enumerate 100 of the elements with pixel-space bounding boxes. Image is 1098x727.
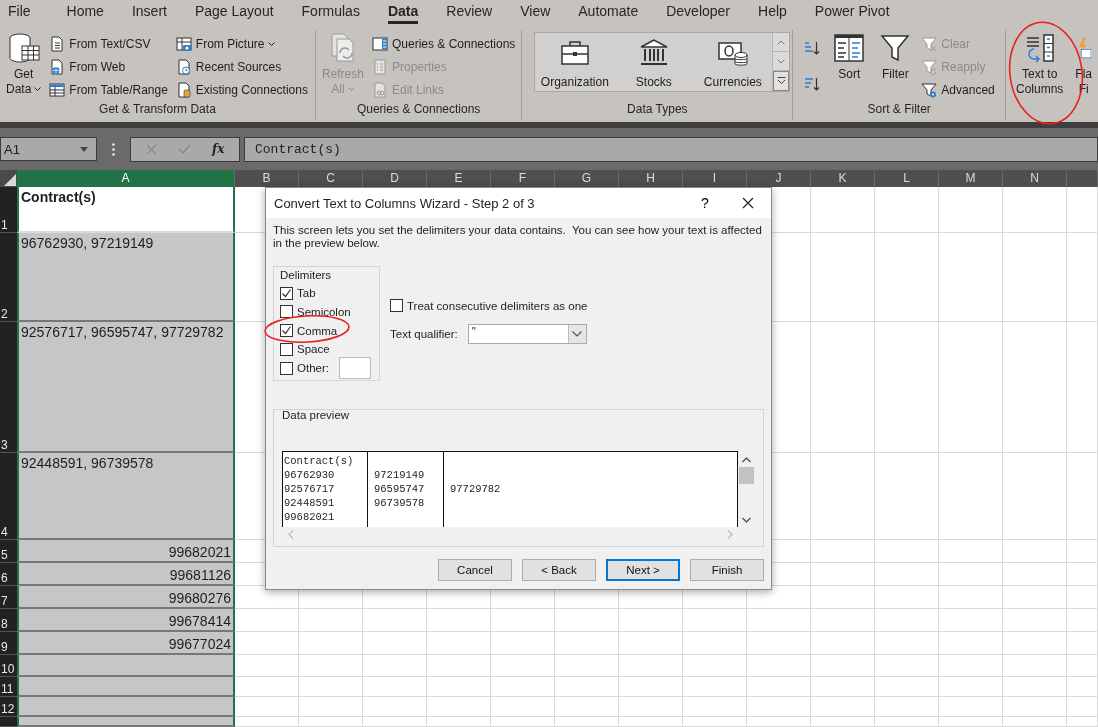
ribbon-tab[interactable]: Automate xyxy=(564,0,653,24)
row-header[interactable]: 11 xyxy=(0,677,17,697)
checkbox-label[interactable]: Tab xyxy=(297,287,316,300)
column-header[interactable]: J xyxy=(747,170,811,187)
ribbon-button[interactable]: Get Data xyxy=(2,30,46,97)
text-qualifier-dropdown[interactable]: " xyxy=(467,323,587,344)
ribbon-tab[interactable]: Formulas xyxy=(287,0,374,24)
spreadsheet-cell[interactable]: 99681126 xyxy=(17,563,235,586)
checkbox-label[interactable]: Space xyxy=(297,343,330,356)
row-header[interactable] xyxy=(0,717,17,727)
spreadsheet-cell[interactable] xyxy=(17,717,235,727)
ribbon-tab[interactable]: View xyxy=(506,0,565,24)
checkbox[interactable] xyxy=(390,299,403,313)
cancel-icon[interactable] xyxy=(145,143,157,155)
ribbon-button[interactable]: Advanced xyxy=(921,78,999,101)
column-header[interactable]: N xyxy=(1003,170,1067,187)
spreadsheet-cell[interactable]: 92576717, 96595747, 97729782 xyxy=(17,322,235,453)
more-button[interactable] xyxy=(773,71,790,91)
grip-icon[interactable] xyxy=(112,142,115,156)
ribbon-tab[interactable]: Developer xyxy=(652,0,745,24)
row-header[interactable]: 5 xyxy=(0,540,17,563)
select-all-icon[interactable] xyxy=(0,170,17,187)
column-header[interactable]: B xyxy=(235,170,299,187)
column-header[interactable]: M xyxy=(939,170,1003,187)
column-header[interactable]: A xyxy=(17,170,235,187)
ribbon-button[interactable]: From Text/CSV xyxy=(49,32,172,55)
spreadsheet-cell[interactable]: 96762930, 97219149 xyxy=(17,233,235,322)
other-delimiter-field[interactable] xyxy=(338,357,371,380)
name-box[interactable]: A1 xyxy=(0,137,97,161)
checkbox[interactable] xyxy=(280,361,293,375)
ribbon-button[interactable]: Queries & Connections xyxy=(371,32,520,55)
checkbox[interactable] xyxy=(280,305,293,319)
ribbon-button[interactable]: Filter xyxy=(875,30,916,82)
ribbon-button[interactable]: Sort xyxy=(829,30,870,82)
ribbon-button[interactable]: From Web xyxy=(49,55,172,78)
ribbon-tab[interactable]: Data xyxy=(373,0,433,24)
column-header[interactable]: E xyxy=(427,170,491,187)
row-header[interactable]: 6 xyxy=(0,563,17,586)
insert-function-button[interactable]: fx xyxy=(212,142,225,156)
row-header[interactable]: 12 xyxy=(0,697,17,717)
spreadsheet-cell[interactable]: 99678414 xyxy=(17,609,235,632)
ribbon-button[interactable]: From Picture xyxy=(175,32,312,55)
ribbon-tab[interactable]: Power Pivot xyxy=(800,0,904,24)
dialog-button[interactable]: < Back xyxy=(522,559,596,581)
dialog-button[interactable]: Next > xyxy=(606,559,680,581)
checkbox[interactable] xyxy=(280,342,293,356)
ribbon-tab[interactable]: Help xyxy=(744,0,801,24)
row-header[interactable]: 8 xyxy=(0,609,17,632)
checkbox-label[interactable]: Semicolon xyxy=(297,305,351,318)
column-header[interactable]: F xyxy=(491,170,555,187)
column-header[interactable]: I xyxy=(683,170,747,187)
column-header[interactable]: D xyxy=(363,170,427,187)
dialog-button[interactable]: Cancel xyxy=(438,559,512,581)
column-header[interactable]: K xyxy=(811,170,875,187)
scrollbar-thumb[interactable] xyxy=(739,467,754,484)
column-header[interactable]: L xyxy=(875,170,939,187)
row-header[interactable]: 3 xyxy=(0,322,17,453)
help-button[interactable]: ? xyxy=(685,194,725,212)
ribbon-tab[interactable]: Insert xyxy=(117,0,181,24)
panel-icon xyxy=(371,35,388,52)
spreadsheet-cell[interactable] xyxy=(17,697,235,717)
spreadsheet-cell[interactable]: 99680276 xyxy=(17,586,235,609)
column-header[interactable] xyxy=(1067,170,1098,187)
row-header[interactable]: 4 xyxy=(0,453,17,540)
column-header[interactable]: C xyxy=(299,170,363,187)
row-header[interactable]: 1 xyxy=(0,187,17,233)
spreadsheet-cell[interactable]: 99677024 xyxy=(17,632,235,655)
checkbox-label[interactable]: Treat consecutive delimiters as one xyxy=(407,299,588,312)
column-header[interactable]: H xyxy=(619,170,683,187)
row-header[interactable]: 2 xyxy=(0,233,17,322)
row-header[interactable]: 7 xyxy=(0,586,17,609)
ribbon-tab[interactable]: Home xyxy=(52,0,118,24)
spreadsheet-cell[interactable]: Contract(s) xyxy=(17,187,235,233)
dialog-button[interactable]: Finish xyxy=(690,559,764,581)
data-type-button[interactable]: Organization xyxy=(535,33,615,91)
ribbon-button[interactable]: From Table/Range xyxy=(49,78,172,101)
preview-text: 92448591 xyxy=(284,497,335,509)
checkmark-icon[interactable] xyxy=(177,144,191,154)
formula-field[interactable]: Contract(s) xyxy=(244,136,1098,162)
checkbox-label[interactable]: Other: xyxy=(297,362,329,375)
data-type-button[interactable]: Stocks xyxy=(614,33,694,91)
spreadsheet-cell[interactable]: 99682021 xyxy=(17,540,235,563)
row-header[interactable]: 10 xyxy=(0,655,17,677)
ribbon-tab[interactable]: File xyxy=(0,0,53,24)
ribbon-button[interactable]: Existing Connections xyxy=(175,78,312,101)
group-title: Data Types xyxy=(626,102,689,118)
row-header[interactable]: 9 xyxy=(0,632,17,655)
ribbon-button[interactable]: Recent Sources xyxy=(175,55,312,78)
chevron-down-icon xyxy=(572,330,583,337)
ribbon-tab[interactable]: Review xyxy=(432,0,507,24)
data-type-button[interactable]: Currencies xyxy=(693,33,773,91)
checkbox[interactable] xyxy=(280,324,293,338)
preview-text: 97219149 xyxy=(374,469,425,481)
spreadsheet-cell[interactable]: 92448591, 96739578 xyxy=(17,453,235,540)
ribbon-tab[interactable]: Page Layout xyxy=(180,0,288,24)
spreadsheet-cell[interactable] xyxy=(17,655,235,677)
checkbox[interactable] xyxy=(280,286,293,300)
spreadsheet-cell[interactable] xyxy=(17,677,235,697)
column-header[interactable]: G xyxy=(555,170,619,187)
scroll-up-button[interactable] xyxy=(773,33,790,52)
